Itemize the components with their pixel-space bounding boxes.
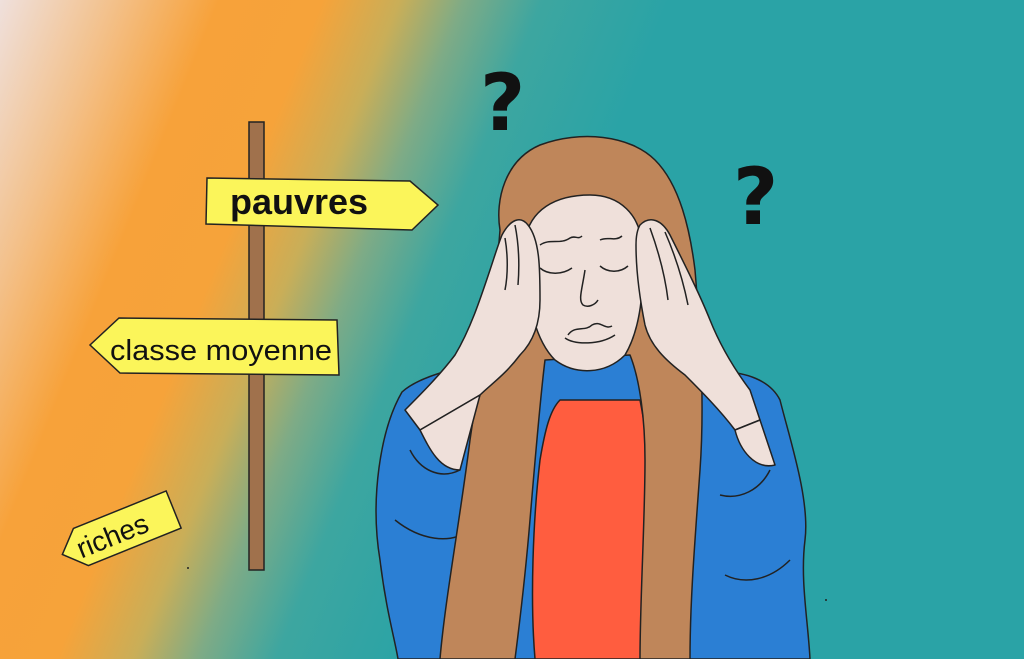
sign-classe-moyenne: classe moyenne xyxy=(88,317,340,376)
illustration-svg: pauvres classe moyenne riches ? ? xyxy=(61,59,827,659)
sign-pauvres-label: pauvres xyxy=(230,181,368,222)
dot-2 xyxy=(825,599,827,601)
sign-pauvres: pauvres xyxy=(205,177,440,231)
question-mark-1: ? xyxy=(480,59,525,149)
sign-riches: riches xyxy=(61,490,183,567)
illustration: pauvres classe moyenne riches ? ? xyxy=(0,0,1024,659)
question-mark-2: ? xyxy=(733,153,778,243)
sign-classe-moyenne-label: classe moyenne xyxy=(110,335,332,367)
shirt xyxy=(531,399,653,659)
dot-1 xyxy=(187,567,189,569)
face xyxy=(524,194,644,372)
